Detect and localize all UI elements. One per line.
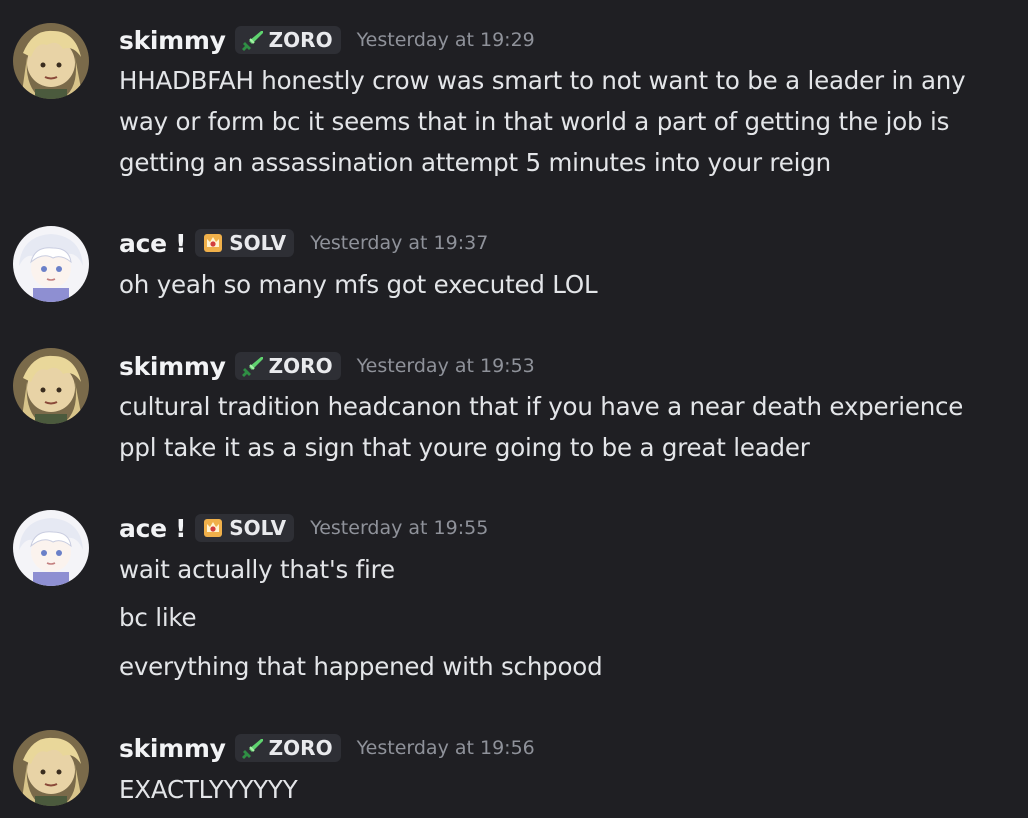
guild-tag-label: SOLV (229, 231, 287, 255)
message-text: bc like (119, 603, 197, 632)
timestamp[interactable]: Yesterday at 19:56 (357, 737, 535, 759)
message-text: HHADBFAH honestly crow was smart to not … (119, 66, 966, 95)
guild-tag[interactable]: ZORO (234, 352, 341, 380)
blonde-character-avatar-icon (13, 23, 89, 99)
user-avatar[interactable] (13, 226, 89, 302)
guild-tag-label: SOLV (229, 516, 287, 540)
guild-tag-label: ZORO (268, 354, 333, 378)
username[interactable]: skimmy (119, 734, 226, 763)
white-haired-character-avatar-icon (13, 226, 89, 302)
guild-tag-label: ZORO (268, 736, 333, 760)
message-header: ace ! SOLV Yesterday at 19:37 (119, 226, 488, 260)
username[interactable]: skimmy (119, 26, 226, 55)
message-text: EXACTLYYYYYY (119, 775, 298, 804)
blonde-character-avatar-icon (13, 348, 89, 424)
timestamp[interactable]: Yesterday at 19:53 (357, 355, 535, 377)
guild-tag[interactable]: SOLV (195, 514, 295, 542)
message-header: ace ! SOLV Yesterday at 19:55 (119, 511, 488, 545)
message-text: way or form bc it seems that in that wor… (119, 107, 950, 136)
sword-icon (241, 354, 265, 378)
guild-tag[interactable]: ZORO (234, 734, 341, 762)
chat-message-list: skimmy ZORO Yesterday at 19:29 HHADBFAH … (0, 0, 1028, 818)
guild-tag[interactable]: ZORO (234, 26, 341, 54)
message-text: cultural tradition headcanon that if you… (119, 392, 964, 421)
user-avatar[interactable] (13, 510, 89, 586)
message-header: skimmy ZORO Yesterday at 19:56 (119, 731, 535, 765)
timestamp[interactable]: Yesterday at 19:55 (310, 517, 488, 539)
guild-tag-label: ZORO (268, 28, 333, 52)
message-text: wait actually that's fire (119, 555, 395, 584)
user-avatar[interactable] (13, 730, 89, 806)
timestamp[interactable]: Yesterday at 19:29 (357, 29, 535, 51)
guild-tag[interactable]: SOLV (195, 229, 295, 257)
crown-badge-icon (201, 231, 225, 255)
message-text: everything that happened with schpood (119, 652, 603, 681)
white-haired-character-avatar-icon (13, 510, 89, 586)
blonde-character-avatar-icon (13, 730, 89, 806)
message-header: skimmy ZORO Yesterday at 19:29 (119, 23, 535, 57)
user-avatar[interactable] (13, 23, 89, 99)
username[interactable]: ace ! (119, 229, 187, 258)
sword-icon (241, 736, 265, 760)
message-text: oh yeah so many mfs got executed LOL (119, 270, 598, 299)
sword-icon (241, 28, 265, 52)
message-text: ppl take it as a sign that youre going t… (119, 433, 810, 462)
timestamp[interactable]: Yesterday at 19:37 (310, 232, 488, 254)
username[interactable]: ace ! (119, 514, 187, 543)
user-avatar[interactable] (13, 348, 89, 424)
username[interactable]: skimmy (119, 352, 226, 381)
crown-badge-icon (201, 516, 225, 540)
message-header: skimmy ZORO Yesterday at 19:53 (119, 349, 535, 383)
message-text: getting an assassination attempt 5 minut… (119, 148, 831, 177)
